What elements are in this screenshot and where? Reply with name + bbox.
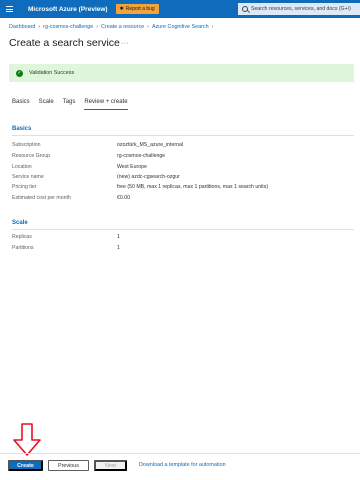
row-label: Location: [12, 164, 32, 170]
row-value: €0.00: [117, 195, 130, 201]
bug-icon: ✱: [119, 6, 124, 12]
search-icon: [242, 6, 248, 12]
section-divider: [12, 229, 354, 230]
breadcrumb-cognitive-search[interactable]: Azure Cognitive Search: [152, 24, 209, 30]
validation-banner: ✓ Validation Success: [9, 64, 354, 82]
chevron-right-icon: ›: [211, 24, 214, 30]
row-label: Estimated cost per month: [12, 195, 71, 201]
row-label: Resource Group: [12, 153, 51, 159]
tab-scale[interactable]: Scale: [39, 99, 54, 110]
report-bug-label: Report a bug: [125, 6, 155, 12]
breadcrumb-create-resource[interactable]: Create a resource: [101, 24, 144, 30]
brand-title[interactable]: Microsoft Azure (Preview): [28, 6, 108, 13]
row-label: Replicas: [12, 234, 32, 240]
row-value: rg-cosmos-challenge: [117, 153, 166, 159]
row-value: ozoztürk_MS_azure_internal: [117, 142, 184, 148]
breadcrumb-resource-group[interactable]: rg-cosmos-challenge: [43, 24, 93, 30]
chevron-right-icon: ›: [147, 24, 149, 30]
annotation-arrow-down-icon: [13, 423, 41, 456]
tab-basics[interactable]: Basics: [12, 99, 30, 110]
section-heading-scale: Scale: [12, 220, 28, 226]
more-options-icon[interactable]: ···: [121, 40, 130, 47]
row-value: (new) azdc-cgsearch-ozgur: [117, 174, 180, 180]
menu-icon[interactable]: [0, 0, 18, 18]
row-label: Pricing tier: [12, 184, 37, 190]
breadcrumb-dashboard[interactable]: Dashboard: [9, 24, 35, 30]
row-label: Subscription: [12, 142, 41, 148]
tab-tags[interactable]: Tags: [63, 99, 76, 110]
wizard-tabs: Basics Scale Tags Review + create: [12, 99, 137, 110]
global-search[interactable]: [238, 3, 360, 15]
section-divider: [12, 135, 354, 136]
row-value: free (50 MB, max 1 replicas, max 1 parti…: [117, 184, 269, 190]
row-value: West Europe: [117, 164, 147, 170]
row-label: Partitions: [12, 245, 34, 251]
download-template-link[interactable]: Download a template for automation: [139, 462, 226, 468]
create-button[interactable]: Create: [8, 460, 43, 471]
next-button[interactable]: Next: [94, 460, 127, 471]
row-value: 1: [117, 234, 120, 240]
validation-text: Validation Success: [29, 70, 75, 76]
row-value: 1: [117, 245, 120, 251]
page-title: Create a search service: [9, 37, 120, 49]
footer-divider: [0, 453, 360, 454]
check-circle-icon: ✓: [16, 69, 23, 77]
search-input[interactable]: [251, 6, 360, 12]
row-label: Service name: [12, 174, 44, 180]
breadcrumb: Dashboard › rg-cosmos-challenge › Create…: [9, 24, 213, 30]
previous-button[interactable]: Previous: [48, 460, 89, 471]
report-bug-button[interactable]: ✱ Report a bug: [115, 4, 159, 14]
chevron-right-icon: ›: [96, 24, 99, 30]
chevron-right-icon: ›: [38, 24, 41, 30]
section-heading-basics: Basics: [12, 126, 32, 132]
tab-review-create[interactable]: Review + create: [84, 99, 128, 110]
